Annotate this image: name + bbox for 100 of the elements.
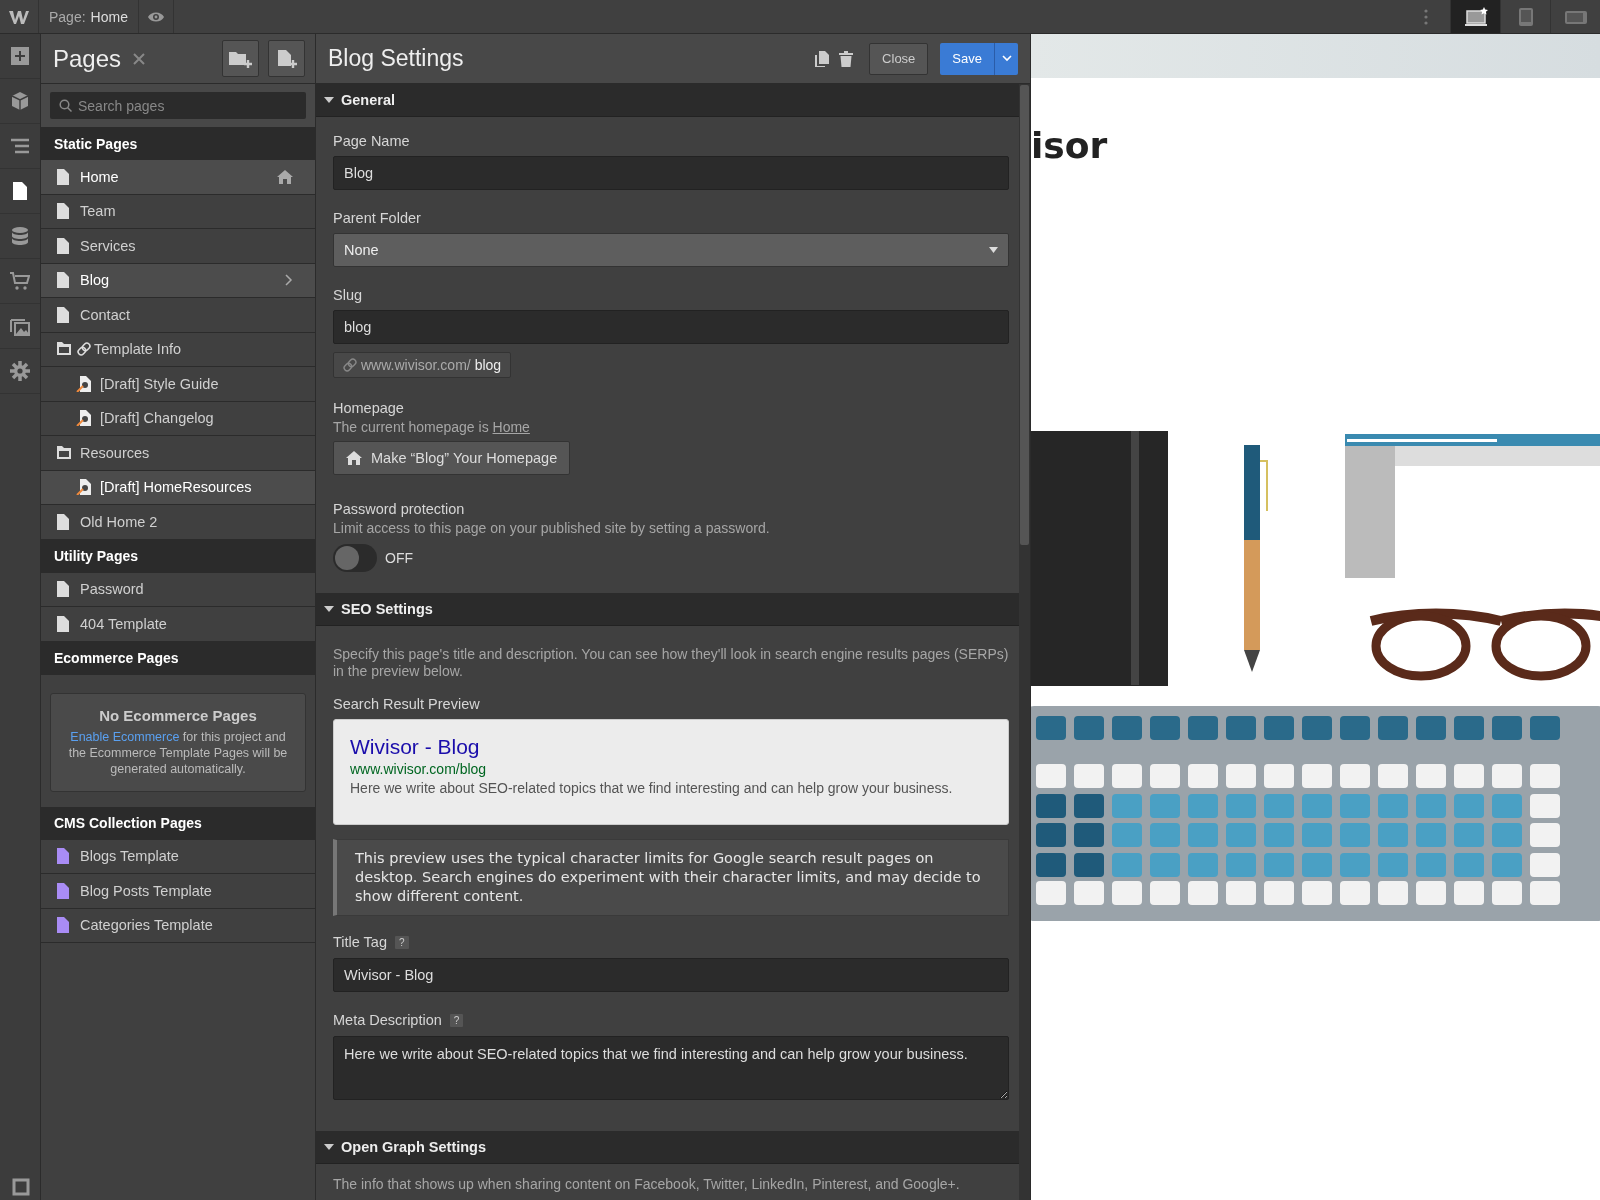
panel-title: Pages [53, 44, 122, 73]
page-list-item[interactable]: [Draft] Changelog [41, 401, 315, 436]
cube-icon [10, 91, 30, 111]
preview-note: This preview uses the typical character limits for Google search result pages on desktop. Search engines do experiment with their character limits, and may decide to show different content. [333, 839, 1009, 916]
page-icon [56, 272, 72, 289]
slug-field[interactable]: blog [333, 310, 1009, 344]
page-list-item[interactable]: Team [41, 194, 315, 229]
save-button[interactable]: Save [940, 42, 994, 75]
title-tag-field[interactable]: Wivisor - Blog [333, 958, 1009, 992]
caret-down-icon [989, 247, 998, 253]
page-icon [56, 615, 72, 632]
cart-icon [10, 271, 30, 291]
page-list-item[interactable]: Blogs Template [41, 839, 315, 874]
page-list-item[interactable]: Blog Posts Template [41, 874, 315, 909]
password-toggle[interactable] [333, 544, 377, 572]
section-heading: Utility Pages [41, 539, 315, 573]
page-list-item[interactable]: [Draft] HomeResources [41, 470, 315, 505]
page-name: Home [90, 8, 128, 25]
section-header[interactable]: Open Graph Settings [316, 1131, 1019, 1164]
page-url-link[interactable]: www.wivisor.com/ blog [333, 352, 512, 378]
page-icon [56, 513, 72, 530]
help-badge[interactable]: ? [395, 935, 409, 949]
caret-down-icon [324, 604, 334, 614]
page-icon [56, 848, 72, 865]
link-icon [76, 341, 92, 358]
trash-icon [839, 50, 854, 67]
images-icon [10, 316, 30, 336]
search-icon [59, 99, 72, 112]
section-description: Specify this page's title and description. You can see how they'll look in search engine results pages (SERPs) in the preview below. [333, 646, 1009, 680]
home-icon [346, 451, 362, 465]
page-list-item[interactable]: Home [41, 160, 315, 195]
more-icon [1424, 8, 1428, 25]
database-icon [10, 226, 30, 246]
settings-icon [10, 361, 30, 381]
section-heading: Ecommerce Pages [41, 641, 315, 675]
make-homepage-button[interactable]: Make “Blog” Your Homepage [333, 441, 571, 475]
page-label: Page: [49, 8, 86, 25]
section-heading: CMS Collection Pages [41, 806, 315, 840]
page-list-item[interactable]: Services [41, 229, 315, 264]
list-icon [10, 136, 30, 156]
search-field[interactable]: Search pages [50, 92, 306, 119]
page-icon [56, 237, 72, 254]
device-button[interactable] [1450, 0, 1500, 33]
page-icon [56, 917, 72, 934]
eye-icon [146, 10, 165, 23]
page-icon [56, 882, 72, 899]
scrollbar[interactable] [1019, 84, 1030, 1200]
save-options-button[interactable] [994, 42, 1018, 75]
page-list-item[interactable]: Password [41, 572, 315, 607]
link-icon [343, 358, 357, 372]
new-page-button[interactable] [268, 40, 305, 77]
page-name-field[interactable]: Blog [333, 156, 1009, 190]
page-list-item[interactable]: Resources [41, 436, 315, 471]
page-list-item[interactable]: [Draft] Style Guide [41, 367, 315, 402]
draft-page-icon [76, 410, 92, 427]
draft-page-icon [76, 375, 92, 392]
close-icon [133, 52, 146, 65]
page-icon [56, 203, 72, 220]
page-list-item[interactable]: 404 Template [41, 607, 315, 642]
chevron-down-icon [1001, 55, 1012, 62]
toggle-state-label: OFF [385, 550, 413, 566]
site-logo: isor [1031, 126, 1108, 166]
page-icon [56, 581, 72, 598]
homepage-link[interactable]: Home [492, 419, 530, 435]
page-list-item[interactable]: Old Home 2 [41, 505, 315, 540]
page-list-item[interactable]: Blog [41, 263, 315, 298]
page-icon [10, 181, 30, 201]
field-label: Search Result Preview [333, 696, 481, 712]
caret-down-icon [324, 1142, 334, 1152]
result-url: www.wivisor.com/blog [350, 760, 488, 778]
page-list-item[interactable]: Contact [41, 298, 315, 333]
page-list-item[interactable]: Categories Template [41, 908, 315, 943]
new-folder-button[interactable] [222, 40, 259, 77]
field-label: Page Name [333, 133, 411, 149]
help-badge[interactable]: ? [449, 1013, 464, 1027]
close-button[interactable]: Close [869, 42, 929, 75]
folder-icon [56, 444, 72, 461]
empty-state-title: No Ecommerce Pages [98, 706, 258, 724]
section-header[interactable]: General [316, 84, 1019, 117]
field-label: Parent Folder [333, 210, 422, 226]
caret-down-icon [324, 95, 334, 105]
result-description: Here we write about SEO-related topics that we find interesting and can help grow your business. [350, 779, 954, 798]
square-icon [12, 1178, 30, 1196]
folder-icon [56, 341, 72, 358]
logo-icon [8, 8, 30, 25]
parent-folder-dropdown[interactable]: None [333, 233, 1009, 267]
result-title: Wivisor - Blog [350, 734, 481, 760]
section-description: The info that shows up when sharing content on Facebook, Twitter, LinkedIn, Pinterest, and Google+. [333, 1176, 961, 1192]
page-list-item[interactable]: Template Info [41, 332, 315, 367]
plus-icon [10, 46, 30, 66]
password-hint: Limit access to this page on your published site by setting a password. [333, 520, 771, 536]
field-label: Meta Description [333, 1012, 442, 1028]
section-header[interactable]: SEO Settings [316, 593, 1019, 626]
homepage-hint: The current homepage is Home [333, 419, 531, 435]
draft-page-icon [76, 479, 92, 496]
page-icon [56, 168, 72, 185]
field-label: Title Tag [333, 934, 387, 950]
meta-description-field[interactable]: Here we write about SEO-related topics that we find interesting and can help grow your business. [333, 1036, 1009, 1100]
empty-state-message: Enable Ecommerce for this project and the Ecommerce Template Pages will be generated automatically. [67, 728, 289, 777]
field-label: Homepage [333, 400, 405, 416]
